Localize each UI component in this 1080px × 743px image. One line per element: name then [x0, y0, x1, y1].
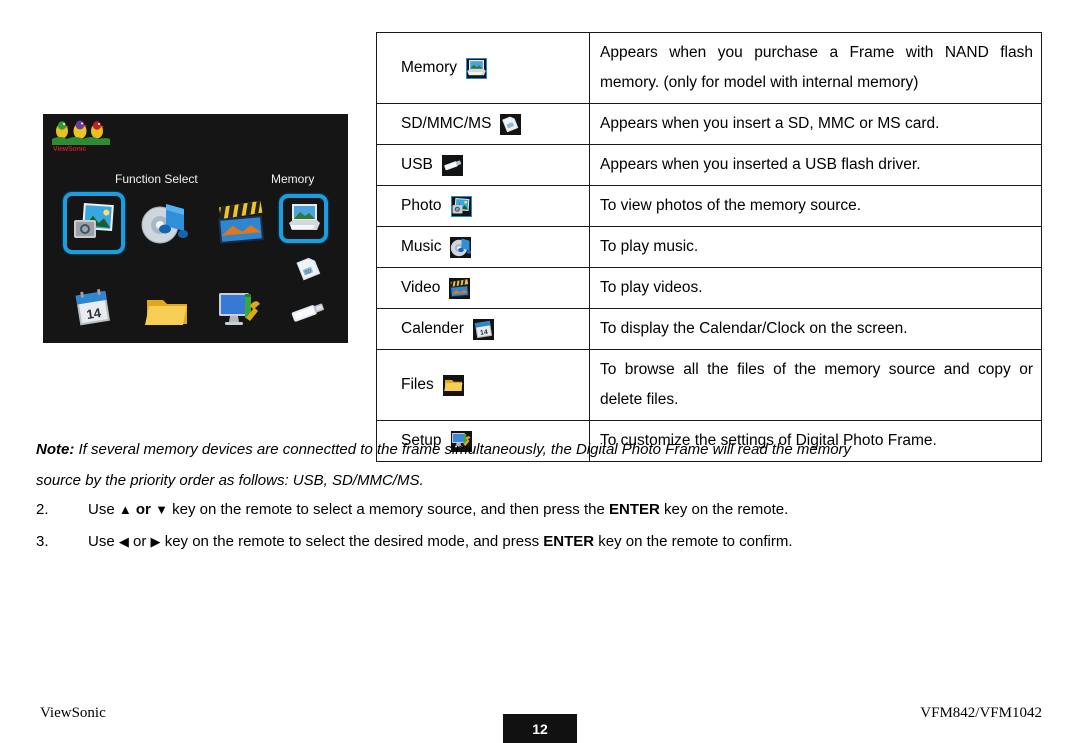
step-post-1: key on the remote to select the desired …: [160, 533, 544, 550]
row-desc-cell: To browse all the files of the memory so…: [589, 349, 1042, 421]
calendar-icon: 14: [472, 318, 494, 340]
row-name-cell: Calender 14: [376, 308, 590, 350]
row-description: To browse all the files of the memory so…: [600, 361, 1033, 408]
table-body: Memory Appears when you purchase a Frame…: [376, 32, 1042, 462]
enter-key-label: ENTER: [609, 501, 660, 518]
row-name-cell: Music: [376, 226, 590, 268]
sd-card-icon[interactable]: SD: [294, 257, 322, 283]
row-label: Photo: [401, 197, 442, 215]
table-row: Photo To view photos of the memory sourc…: [376, 185, 1042, 227]
row-label: USB: [401, 156, 433, 174]
table-row: Calender 14 To display the Calendar/Cloc…: [376, 308, 1042, 350]
table-row: USB Appears when you inserted a USB flas…: [376, 144, 1042, 186]
photo-icon: [450, 195, 472, 217]
video-icon: [449, 277, 471, 299]
row-description: Appears when you insert a SD, MMC or MS …: [600, 115, 940, 132]
svg-text:14: 14: [480, 328, 489, 336]
page-number-badge: 12: [503, 714, 577, 743]
screen-label-function-select: Function Select: [115, 172, 198, 186]
arrow-right-icon: ▶: [150, 534, 161, 549]
step-pre: Use: [88, 533, 119, 550]
feature-description-table: Memory Appears when you purchase a Frame…: [376, 32, 1042, 462]
footer-model: VFM842/VFM1042: [920, 705, 1042, 721]
row-name-cell: Files: [376, 349, 590, 421]
step-pre: Use: [88, 501, 119, 518]
row-label: SD/MMC/MS: [401, 115, 492, 133]
arrow-up-icon: ▲: [118, 502, 132, 517]
device-screenshot: ViewSonic Function Select Memory SD 14: [43, 114, 348, 343]
sd-card-icon: [500, 113, 522, 135]
step-number: 2.: [36, 501, 49, 518]
row-name-cell: SD/MMC/MS: [376, 103, 590, 145]
files-icon[interactable]: [144, 296, 190, 330]
table-row: SD/MMC/MS Appears when you insert a SD, …: [376, 103, 1042, 145]
row-description: Appears when you purchase a Frame with N…: [600, 44, 1033, 91]
row-desc-cell: To display the Calendar/Clock on the scr…: [589, 308, 1042, 350]
row-description: To play music.: [600, 238, 699, 255]
note-label: Note:: [36, 441, 75, 458]
usb-icon: [441, 154, 463, 176]
music-icon[interactable]: [140, 202, 188, 246]
calendar-icon[interactable]: 14: [73, 289, 115, 329]
row-name-cell: Photo: [376, 185, 590, 227]
row-label: Music: [401, 238, 442, 256]
memory-icon: [465, 57, 487, 79]
screen-label-memory: Memory: [271, 172, 315, 186]
step-number: 3.: [36, 533, 49, 550]
setup-icon[interactable]: [217, 290, 263, 332]
note-line-2: source by the priority order as follows:…: [36, 472, 424, 489]
step-post-2: key on the remote.: [659, 501, 789, 518]
table-row: Files To browse all the files of the mem…: [376, 349, 1042, 421]
step-item-2: 2. Use ▲ or ▼ key on the remote to selec…: [36, 500, 1046, 520]
row-label: Video: [401, 279, 441, 297]
step-text: Use ◀ or ▶ key on the remote to select t…: [88, 532, 1046, 552]
usb-icon[interactable]: [288, 299, 328, 325]
note-paragraph: Note: If several memory devices are conn…: [36, 434, 1044, 496]
step-text: Use ▲ or ▼ key on the remote to select a…: [88, 500, 1046, 520]
step-item-3: 3. Use ◀ or ▶ key on the remote to selec…: [36, 532, 1046, 552]
music-icon: [450, 236, 472, 258]
table-row: Video To play videos.: [376, 267, 1042, 309]
table-row: Memory Appears when you purchase a Frame…: [376, 32, 1042, 104]
enter-key-label: ENTER: [543, 533, 595, 550]
row-label: Calender: [401, 320, 464, 338]
files-icon: [442, 374, 464, 396]
row-description: To display the Calendar/Clock on the scr…: [600, 320, 908, 337]
row-desc-cell: Appears when you inserted a USB flash dr…: [589, 144, 1042, 186]
step-conjunction: or: [131, 501, 156, 518]
row-description: To view photos of the memory source.: [600, 197, 862, 214]
viewsonic-logo-text: ViewSonic: [53, 146, 87, 153]
row-label: Files: [401, 376, 434, 394]
row-name-cell: Memory: [376, 32, 590, 104]
row-description: To play videos.: [600, 279, 703, 296]
note-line-1: If several memory devices are connectted…: [74, 441, 852, 458]
viewsonic-birds-icon: [52, 120, 110, 145]
row-desc-cell: To view photos of the memory source.: [589, 185, 1042, 227]
row-name-cell: Video: [376, 267, 590, 309]
footer-brand: ViewSonic: [40, 705, 106, 721]
row-desc-cell: Appears when you purchase a Frame with N…: [589, 32, 1042, 104]
step-post-2: key on the remote to confirm.: [594, 533, 793, 550]
row-label: Memory: [401, 59, 457, 77]
video-icon[interactable]: [215, 198, 267, 248]
table-row: Music To play music.: [376, 226, 1042, 268]
viewsonic-logo: ViewSonic: [52, 120, 110, 160]
step-post-1: key on the remote to select a memory sou…: [167, 501, 609, 518]
step-conjunction: or: [128, 533, 151, 550]
arrow-down-icon: ▼: [155, 502, 168, 517]
row-desc-cell: To play videos.: [589, 267, 1042, 309]
row-desc-cell: To play music.: [589, 226, 1042, 268]
row-desc-cell: Appears when you insert a SD, MMC or MS …: [589, 103, 1042, 145]
arrow-left-icon: ◀: [118, 534, 129, 549]
row-name-cell: USB: [376, 144, 590, 186]
photo-icon[interactable]: [71, 200, 117, 246]
memory-icon[interactable]: [287, 201, 321, 235]
row-description: Appears when you inserted a USB flash dr…: [600, 156, 921, 173]
